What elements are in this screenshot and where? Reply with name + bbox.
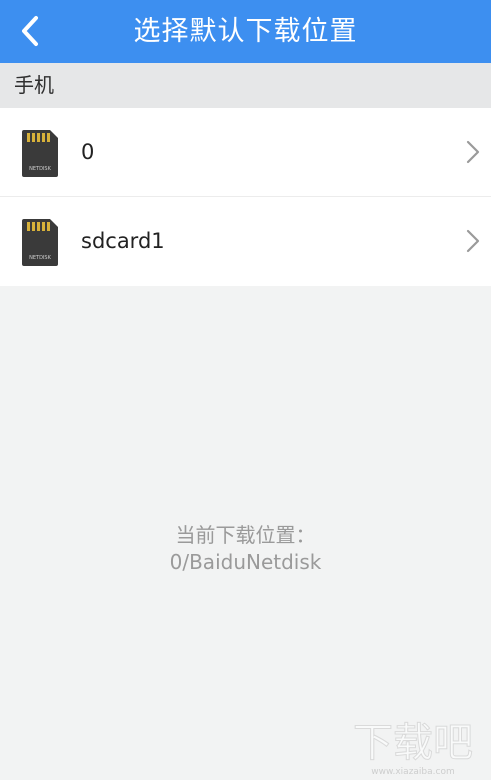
- current-location-label: 当前下载位置：: [175, 523, 316, 547]
- storage-item-label: sdcard1: [81, 229, 165, 253]
- watermark-subtext: www.xiazaiba.com: [371, 767, 455, 777]
- chevron-right-icon: [466, 140, 480, 164]
- current-download-location: 当前下载位置： 0/BaiduNetdisk: [0, 522, 491, 576]
- current-location-path: 0/BaiduNetdisk: [169, 550, 322, 574]
- storage-item-sdcard1[interactable]: NETDISK sdcard1: [0, 197, 491, 286]
- chevron-right-icon: [466, 229, 480, 253]
- sd-card-text: NETDISK: [29, 166, 51, 172]
- app-header: 选择默认下载位置: [0, 0, 491, 63]
- storage-list: NETDISK 0 NETDISK sdcard1: [0, 108, 491, 286]
- sd-card-text: NETDISK: [29, 255, 51, 261]
- watermark-text: 下载吧: [353, 720, 473, 766]
- storage-item-label: 0: [81, 140, 95, 164]
- section-header-phone: 手机: [0, 63, 491, 108]
- storage-item-0[interactable]: NETDISK 0: [0, 108, 491, 197]
- sd-card-icon: NETDISK: [22, 130, 58, 177]
- page-title: 选择默认下载位置: [133, 16, 358, 47]
- sd-card-icon: NETDISK: [22, 219, 58, 266]
- watermark-logo: 下载吧 www.xiazaiba.com: [353, 720, 474, 778]
